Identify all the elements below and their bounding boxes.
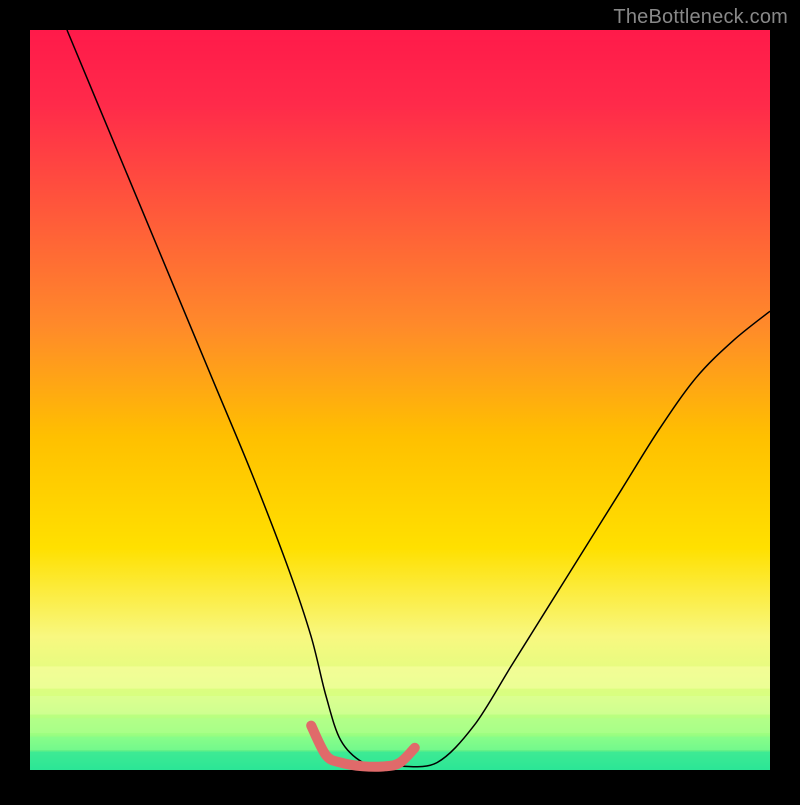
watermark: TheBottleneck.com	[613, 6, 788, 29]
chart-svg	[0, 0, 800, 800]
gradient-background	[30, 30, 770, 770]
bottleneck-chart	[0, 0, 800, 800]
